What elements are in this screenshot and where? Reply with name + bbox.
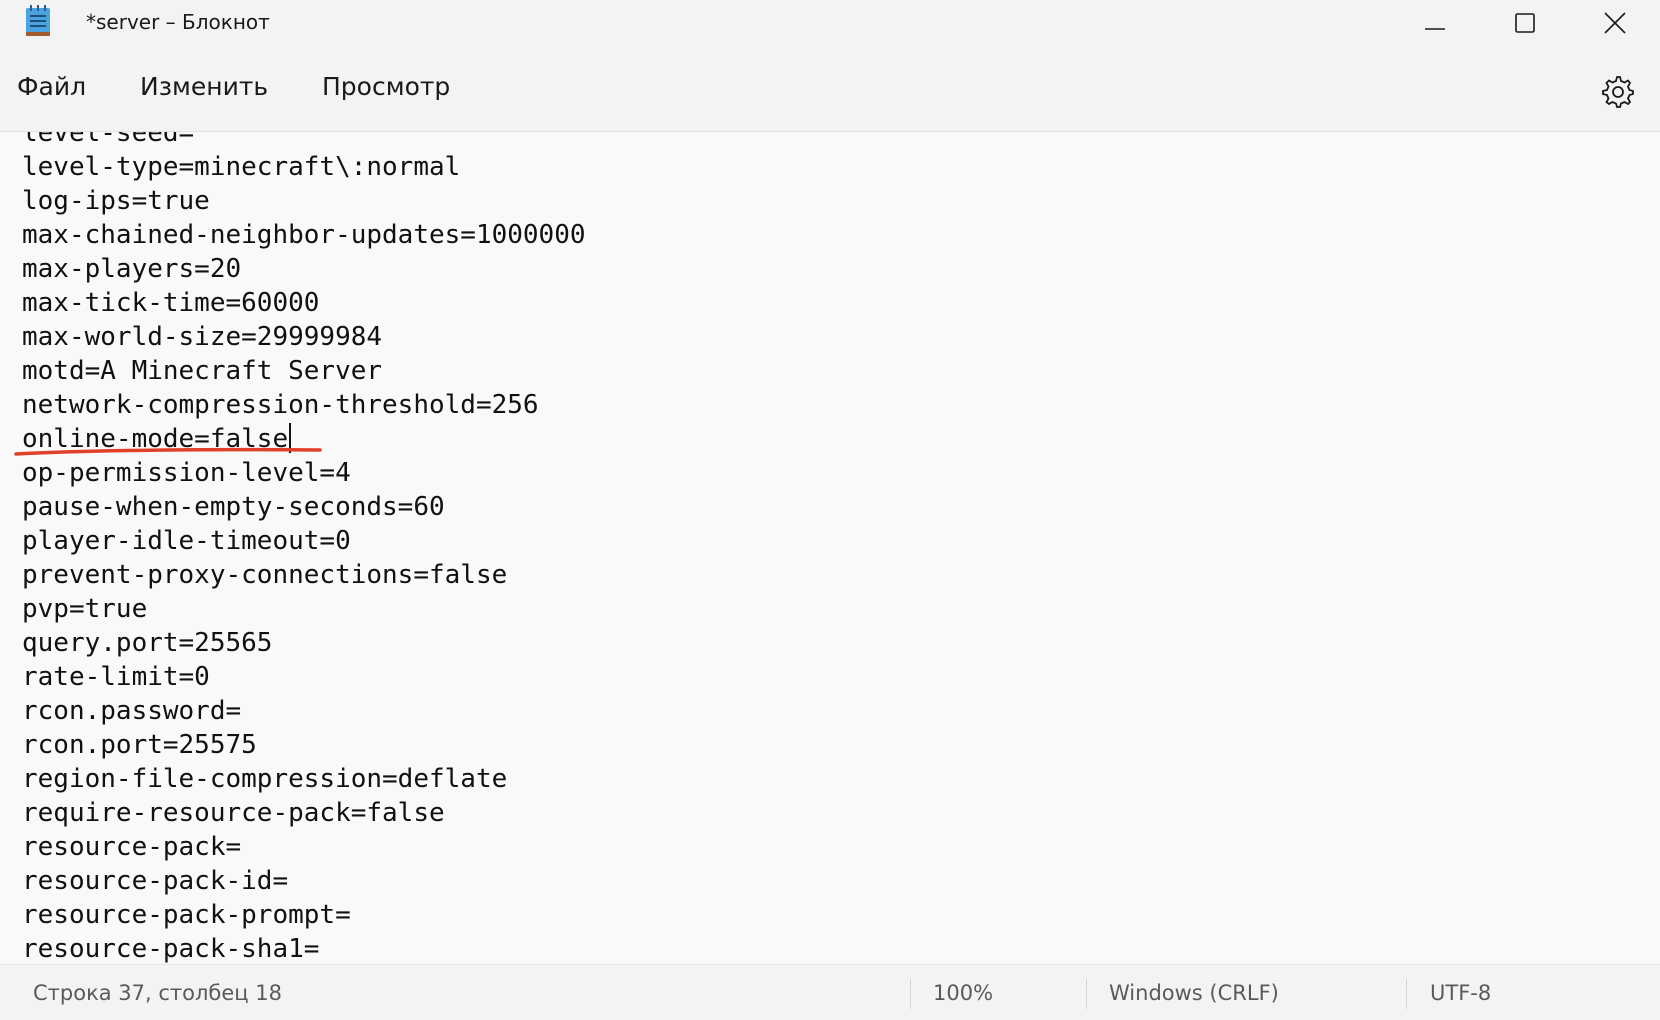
editor-line[interactable]: resource-pack= <box>22 830 586 864</box>
editor-line[interactable]: max-players=20 <box>22 252 586 286</box>
line-text: log-ips=true <box>22 186 210 216</box>
red-underline-annotation <box>14 447 322 456</box>
editor-line[interactable]: network-compression-threshold=256 <box>22 388 586 422</box>
line-text: rate-limit=0 <box>22 662 210 692</box>
editor-line[interactable]: rcon.password= <box>22 694 586 728</box>
editor-lines[interactable]: level-seed= level-type=minecraft\:normal l… <box>22 132 586 964</box>
editor-line[interactable]: max-tick-time=60000 <box>22 286 586 320</box>
menu-bar: Файл Изменить Просмотр <box>0 46 1660 132</box>
line-text: region-file-compression=deflate <box>22 764 508 794</box>
line-text: max-chained-neighbor-updates=1000000 <box>22 220 586 250</box>
window-title: *server – Блокнот <box>86 10 270 34</box>
line-text: max-players=20 <box>22 254 242 284</box>
editor-line[interactable]: max-chained-neighbor-updates=1000000 <box>22 218 586 252</box>
menu-file[interactable]: Файл <box>17 72 86 101</box>
line-text: rcon.password= <box>22 696 242 726</box>
editor-line[interactable]: player-idle-timeout=0 <box>22 524 586 558</box>
maximize-icon <box>1515 13 1535 33</box>
editor-line[interactable]: level-type=minecraft\:normal <box>22 150 586 184</box>
line-text: level-type=minecraft\:normal <box>22 152 461 182</box>
status-divider <box>1406 979 1407 1009</box>
editor-line[interactable]: resource-pack-id= <box>22 864 586 898</box>
line-text: max-tick-time=60000 <box>22 288 320 318</box>
settings-button[interactable] <box>1600 74 1636 110</box>
line-text: prevent-proxy-connections=false <box>22 560 508 590</box>
line-text: player-idle-timeout=0 <box>22 526 351 556</box>
editor-line[interactable]: region-file-compression=deflate <box>22 762 586 796</box>
line-text: op-permission-level=4 <box>22 458 351 488</box>
line-text: pause-when-empty-seconds=60 <box>22 492 445 522</box>
maximize-button[interactable] <box>1480 0 1570 46</box>
status-divider <box>1086 979 1087 1009</box>
line-text: query.port=25565 <box>22 628 273 658</box>
editor-line[interactable]: motd=A Minecraft Server <box>22 354 586 388</box>
menu-view[interactable]: Просмотр <box>322 72 450 101</box>
status-divider <box>910 979 911 1009</box>
close-icon <box>1604 12 1626 34</box>
editor-line[interactable]: require-resource-pack=false <box>22 796 586 830</box>
editor-line[interactable]: level-seed= <box>22 132 586 150</box>
notepad-icon <box>25 5 51 37</box>
line-text: resource-pack-id= <box>22 866 289 896</box>
editor-line[interactable]: resource-pack-sha1= <box>22 932 586 964</box>
editor-line[interactable]: rate-limit=0 <box>22 660 586 694</box>
gear-icon <box>1602 76 1634 108</box>
text-editor[interactable]: level-seed= level-type=minecraft\:normal l… <box>0 132 1660 964</box>
editor-line[interactable]: rcon.port=25575 <box>22 728 586 762</box>
editor-line[interactable]: resource-pack-prompt= <box>22 898 586 932</box>
minimize-icon <box>1425 28 1445 30</box>
title-bar: *server – Блокнот <box>0 0 1660 46</box>
line-text: max-world-size=29999984 <box>22 322 383 352</box>
line-text: rcon.port=25575 <box>22 730 257 760</box>
editor-line[interactable]: log-ips=true <box>22 184 586 218</box>
line-text: network-compression-threshold=256 <box>22 390 539 420</box>
minimize-button[interactable] <box>1390 0 1480 46</box>
line-text: motd=A Minecraft Server <box>22 356 383 386</box>
line-text: require-resource-pack=false <box>22 798 445 828</box>
editor-line[interactable]: pvp=true <box>22 592 586 626</box>
editor-line[interactable]: op-permission-level=4 <box>22 456 586 490</box>
line-text: level-seed= <box>22 132 195 148</box>
cursor-position[interactable]: Строка 37, столбец 18 <box>33 981 282 1005</box>
menu-edit[interactable]: Изменить <box>140 72 268 101</box>
zoom-level[interactable]: 100% <box>933 981 993 1005</box>
status-bar: Строка 37, столбец 18 100% Windows (CRLF… <box>0 964 1660 1020</box>
editor-line[interactable]: prevent-proxy-connections=false <box>22 558 586 592</box>
line-text: resource-pack-sha1= <box>22 934 320 964</box>
line-text: resource-pack= <box>22 832 242 862</box>
encoding[interactable]: UTF-8 <box>1430 981 1491 1005</box>
line-ending[interactable]: Windows (CRLF) <box>1109 981 1279 1005</box>
editor-line[interactable]: pause-when-empty-seconds=60 <box>22 490 586 524</box>
close-button[interactable] <box>1570 0 1660 46</box>
line-text: resource-pack-prompt= <box>22 900 351 930</box>
editor-line[interactable]: max-world-size=29999984 <box>22 320 586 354</box>
editor-line[interactable]: query.port=25565 <box>22 626 586 660</box>
line-text: pvp=true <box>22 594 148 624</box>
